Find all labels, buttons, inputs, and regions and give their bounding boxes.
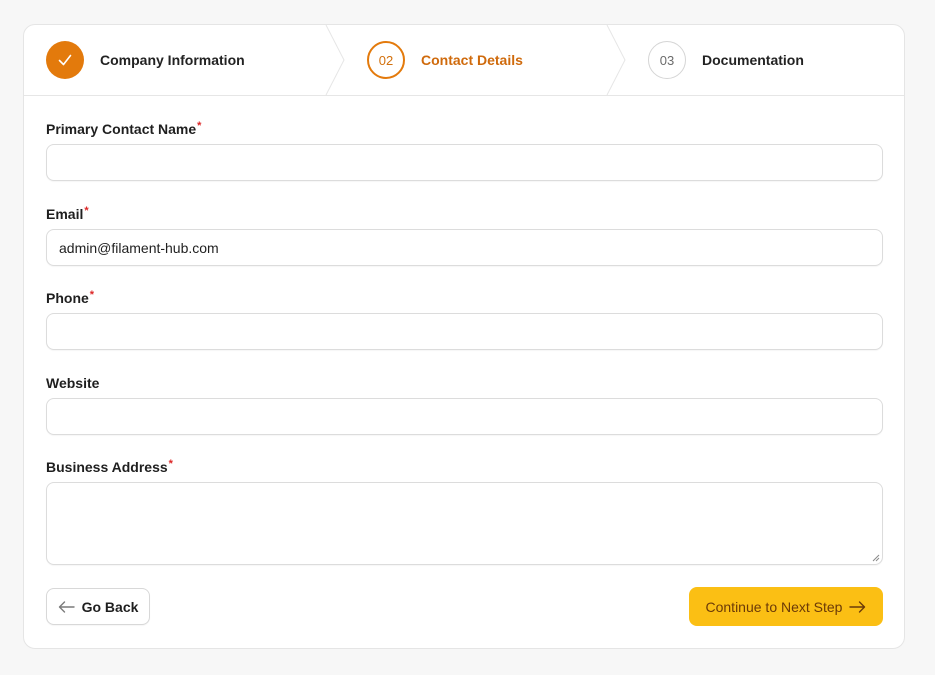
arrow-left-icon bbox=[58, 600, 75, 613]
step-1-label: Company Information bbox=[100, 52, 245, 68]
wizard-card: Company Information 02 Contact Details 0… bbox=[23, 24, 905, 649]
phone-label: Phone * bbox=[46, 289, 95, 307]
step-company-information[interactable]: Company Information bbox=[46, 25, 245, 95]
step-3-number: 03 bbox=[648, 41, 686, 79]
phone-input[interactable] bbox=[46, 313, 883, 350]
required-marker: * bbox=[197, 120, 202, 132]
email-label-text: Email bbox=[46, 206, 84, 222]
primary-contact-name-label: Primary Contact Name * bbox=[46, 120, 202, 138]
step-documentation[interactable]: 03 Documentation bbox=[648, 25, 804, 95]
continue-label: Continue to Next Step bbox=[705, 598, 843, 615]
step-separator-chevron bbox=[606, 25, 626, 95]
website-label-text: Website bbox=[46, 375, 100, 391]
step-3-label: Documentation bbox=[702, 52, 804, 68]
step-contact-details[interactable]: 02 Contact Details bbox=[367, 25, 523, 95]
continue-to-next-step-button[interactable]: Continue to Next Step bbox=[689, 587, 883, 626]
required-marker: * bbox=[89, 289, 95, 301]
check-icon bbox=[58, 54, 72, 66]
required-marker: * bbox=[168, 458, 173, 470]
website-label: Website bbox=[46, 375, 99, 391]
arrow-right-icon bbox=[849, 600, 866, 613]
email-input[interactable]: admin@filament-hub.com bbox=[46, 229, 883, 266]
go-back-button[interactable]: Go Back bbox=[46, 588, 150, 625]
step-2-number: 02 bbox=[367, 41, 405, 79]
phone-label-text: Phone bbox=[46, 290, 89, 306]
step-2-label: Contact Details bbox=[421, 52, 523, 68]
primary-contact-name-label-text: Primary Contact Name bbox=[46, 121, 197, 137]
business-address-label: Business Address * bbox=[46, 458, 173, 476]
business-address-textarea[interactable] bbox=[46, 482, 883, 565]
business-address-label-text: Business Address bbox=[46, 459, 168, 475]
step-1-complete-circle bbox=[46, 41, 84, 79]
step-separator-chevron bbox=[325, 25, 345, 95]
wizard-stepper: Company Information 02 Contact Details 0… bbox=[24, 25, 904, 96]
primary-contact-name-input[interactable] bbox=[46, 144, 883, 181]
required-marker: * bbox=[84, 205, 89, 217]
go-back-label: Go Back bbox=[81, 598, 139, 615]
website-input[interactable] bbox=[46, 398, 883, 435]
resize-handle-icon[interactable] bbox=[871, 553, 880, 562]
email-label: Email * bbox=[46, 205, 89, 223]
